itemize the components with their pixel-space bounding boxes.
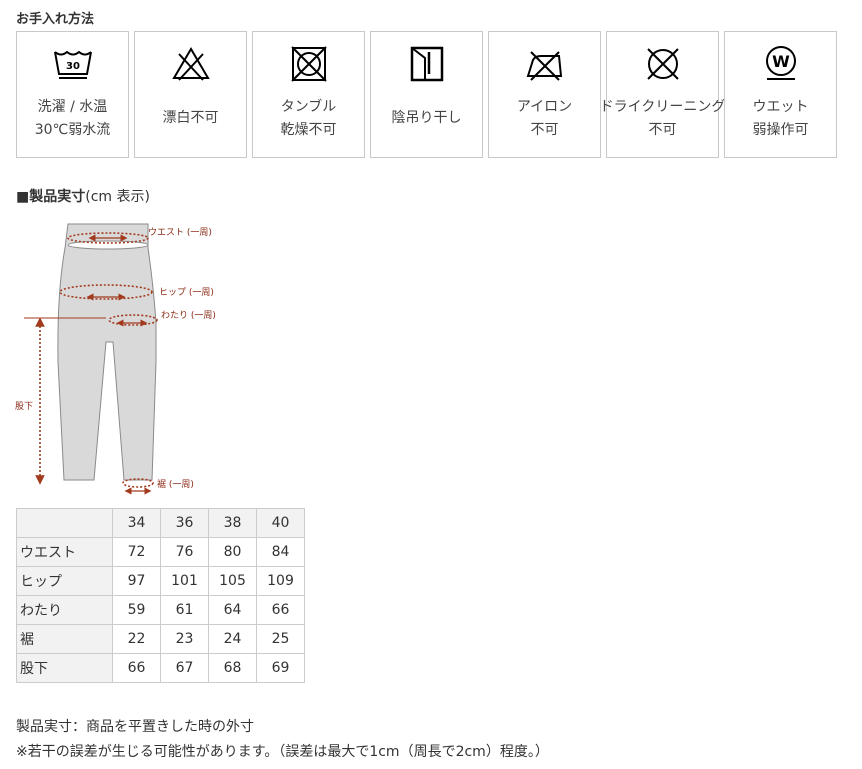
care-instructions-title: お手入れ方法 (16, 12, 95, 27)
table-cell: 109 (256, 566, 305, 596)
table-cell: 105 (208, 566, 257, 596)
table-cell: 68 (208, 653, 257, 683)
row-label: 股下 (16, 653, 113, 683)
care-item-dry: 陰吊り干し (370, 31, 483, 158)
care-symbols-row: 30 洗濯 / 水温 30℃弱水流 漂白不可 タンブル 乾燥不可 陰吊り干し ア… (16, 31, 837, 158)
wet-clean-gentle-icon: W (765, 46, 796, 80)
row-label: ヒップ (16, 566, 113, 596)
no-dry-clean-icon (646, 48, 679, 80)
table-row: 裾 22 23 24 25 (16, 624, 305, 654)
table-cell: 66 (112, 653, 161, 683)
care-label-line2: 弱操作可 (752, 121, 809, 138)
table-cell: 61 (160, 595, 209, 625)
table-cell: 64 (208, 595, 257, 625)
care-item-dry-clean: ドライクリーニング 不可 (600, 31, 725, 158)
table-cell: 80 (208, 537, 257, 567)
size-header-row: 34 36 38 40 (16, 508, 305, 538)
care-item-wash: 30 洗濯 / 水温 30℃弱水流 (16, 31, 129, 158)
care-label-line2: 不可 (530, 121, 559, 138)
table-cell: 69 (256, 653, 305, 683)
table-cell: 22 (112, 624, 161, 654)
table-cell: 76 (160, 537, 209, 567)
table-row: ウエスト 72 76 80 84 (16, 537, 305, 567)
care-label-line1: 陰吊り干し (391, 110, 462, 126)
care-label-line1: ドライクリーニング (599, 98, 726, 115)
care-label-line1: アイロン (516, 98, 573, 115)
table-cell: 66 (256, 595, 305, 625)
table-cell: 101 (160, 566, 209, 596)
size-title-unit: (cm 表示) (85, 189, 150, 205)
table-cell: 97 (112, 566, 161, 596)
care-item-wet-clean: W ウエット 弱操作可 (724, 31, 837, 158)
hip-label: ヒップ (一周) (159, 287, 214, 298)
no-iron-icon (526, 51, 562, 81)
row-label: 裾 (16, 624, 113, 654)
table-row: 股下 66 67 68 69 (16, 653, 305, 683)
size-title-bold: ■製品実寸 (16, 189, 86, 205)
care-label-line2: 乾燥不可 (280, 121, 337, 138)
care-label-line1: タンブル (280, 98, 337, 115)
table-cell: 23 (160, 624, 209, 654)
hem-label: 裾 (一周) (157, 478, 194, 490)
size-section-title: ■製品実寸(cm 表示) (16, 186, 150, 206)
care-label-line2: 不可 (648, 121, 677, 138)
row-label: ウエスト (16, 537, 113, 567)
care-label-line1: 洗濯 / 水温 (37, 98, 108, 115)
row-label: わたり (16, 595, 113, 625)
size-header-cell: 34 (112, 508, 161, 538)
inseam-label: 股下 (15, 401, 33, 412)
measurement-note: 製品実寸：商品を平置きした時の外寸 (16, 719, 254, 735)
size-header-cell: 38 (208, 508, 257, 538)
size-header-cell: 36 (160, 508, 209, 538)
size-header-cell: 40 (256, 508, 305, 538)
thigh-label: わたり (一周) (161, 310, 216, 321)
wet-clean-letter: W (772, 52, 790, 71)
care-item-iron: アイロン 不可 (488, 31, 601, 158)
table-row: ヒップ 97 101 105 109 (16, 566, 305, 596)
wash-temp-text: 30 (66, 61, 80, 72)
tolerance-note: ※若干の誤差が生じる可能性があります。（誤差は最大で1cm（周長で2cm）程度。… (16, 744, 549, 760)
pants-measurement-diagram: ウエスト (一周) ヒップ (一周) わたり (一周) 股下 裾 (一周) (15, 223, 216, 495)
size-header-corner (16, 508, 113, 538)
size-table: 34 36 38 40 ウエスト 72 76 80 84 ヒップ 97 101 … (16, 508, 305, 683)
care-item-tumble: タンブル 乾燥不可 (252, 31, 365, 158)
wash-30-gentle-icon: 30 (53, 50, 92, 79)
care-item-bleach: 漂白不可 (134, 31, 247, 158)
care-label-line2: 30℃弱水流 (34, 121, 111, 138)
line-dry-shade-icon (410, 46, 443, 82)
table-cell: 72 (112, 537, 161, 567)
no-bleach-icon (171, 47, 210, 81)
pants-silhouette (57, 223, 157, 481)
table-row: わたり 59 61 64 66 (16, 595, 305, 625)
table-cell: 84 (256, 537, 305, 567)
waist-label: ウエスト (一周) (148, 227, 212, 238)
care-label-line1: 漂白不可 (162, 110, 219, 126)
care-label-line1: ウエット (752, 98, 809, 115)
no-tumble-dry-icon (290, 46, 327, 82)
table-cell: 59 (112, 595, 161, 625)
table-cell: 24 (208, 624, 257, 654)
table-cell: 67 (160, 653, 209, 683)
table-cell: 25 (256, 624, 305, 654)
